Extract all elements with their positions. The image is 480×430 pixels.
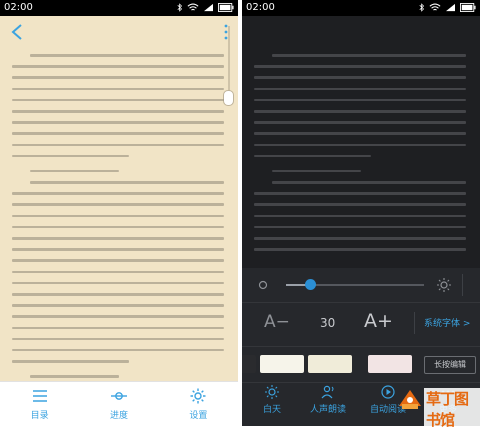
nav-catalog[interactable]: 目录 — [0, 382, 79, 426]
signal-icon — [446, 3, 455, 12]
gear-icon — [190, 388, 206, 404]
book-page-text — [254, 54, 466, 259]
brightness-row — [242, 268, 480, 303]
status-time: 02:00 — [4, 2, 33, 13]
font-family-button[interactable]: 系统字体 > — [424, 316, 470, 329]
theme-swatch-cream[interactable] — [308, 355, 352, 373]
watermark-text: 草丁图书馆 — [424, 388, 480, 430]
font-increase-button[interactable]: A+ — [364, 310, 393, 332]
nav-progress-label: 进度 — [109, 411, 128, 421]
nav-day-mode[interactable]: 白天 — [242, 384, 302, 415]
list-icon — [32, 390, 47, 402]
bluetooth-icon — [177, 3, 183, 12]
sun-icon — [265, 385, 279, 399]
signal-icon — [204, 3, 213, 12]
reader-night-screen: 02:00 A− 30 A+ 系统字体 > 长按编辑 白天 人声朗读 自动阅读 — [242, 0, 480, 426]
nav-voice-reading-label: 人声朗读 — [309, 405, 346, 415]
theme-row: 长按编辑 — [242, 346, 480, 383]
reader-bottom-nav: 目录 进度 设置 — [0, 381, 238, 426]
wifi-icon — [429, 3, 441, 11]
brightness-low-icon — [258, 280, 268, 290]
page-scroll-thumb[interactable] — [223, 90, 234, 106]
battery-icon — [460, 3, 476, 12]
watermark: 草丁图书馆 — [396, 380, 480, 430]
font-decrease-button[interactable]: A− — [264, 312, 290, 332]
brightness-divider — [462, 274, 463, 296]
font-size-value: 30 — [320, 316, 336, 330]
font-size-row: A− 30 A+ 系统字体 > — [242, 302, 480, 347]
nav-voice-reading[interactable]: 人声朗读 — [298, 384, 358, 415]
theme-swatch-dark[interactable] — [242, 355, 256, 373]
book-page-text — [12, 54, 224, 409]
progress-icon — [110, 392, 127, 400]
font-divider — [414, 312, 415, 334]
brightness-slider-thumb[interactable] — [305, 279, 317, 290]
library-logo-icon — [399, 390, 421, 409]
theme-swatch-white[interactable] — [260, 355, 304, 373]
long-press-edit-button[interactable]: 长按编辑 — [424, 356, 476, 374]
back-arrow-icon[interactable] — [10, 24, 24, 40]
wifi-icon — [187, 3, 199, 11]
nav-day-mode-label: 白天 — [262, 405, 281, 415]
status-bar: 02:00 — [242, 0, 480, 16]
theme-swatch-pink[interactable] — [368, 355, 412, 373]
nav-settings-label: 设置 — [189, 411, 208, 421]
nav-settings[interactable]: 设置 — [159, 382, 238, 426]
nav-progress[interactable]: 进度 — [79, 382, 158, 426]
reader-top-bar — [0, 16, 238, 48]
auto-read-icon — [381, 385, 395, 399]
bluetooth-icon — [419, 3, 425, 12]
battery-icon — [218, 3, 234, 12]
brightness-high-icon — [437, 278, 451, 292]
status-bar: 02:00 — [0, 0, 238, 16]
reader-day-screen: 02:00 目录 进度 设置 — [0, 0, 238, 426]
person-voice-icon — [321, 385, 334, 399]
nav-catalog-label: 目录 — [30, 411, 49, 421]
status-time: 02:00 — [246, 2, 275, 13]
